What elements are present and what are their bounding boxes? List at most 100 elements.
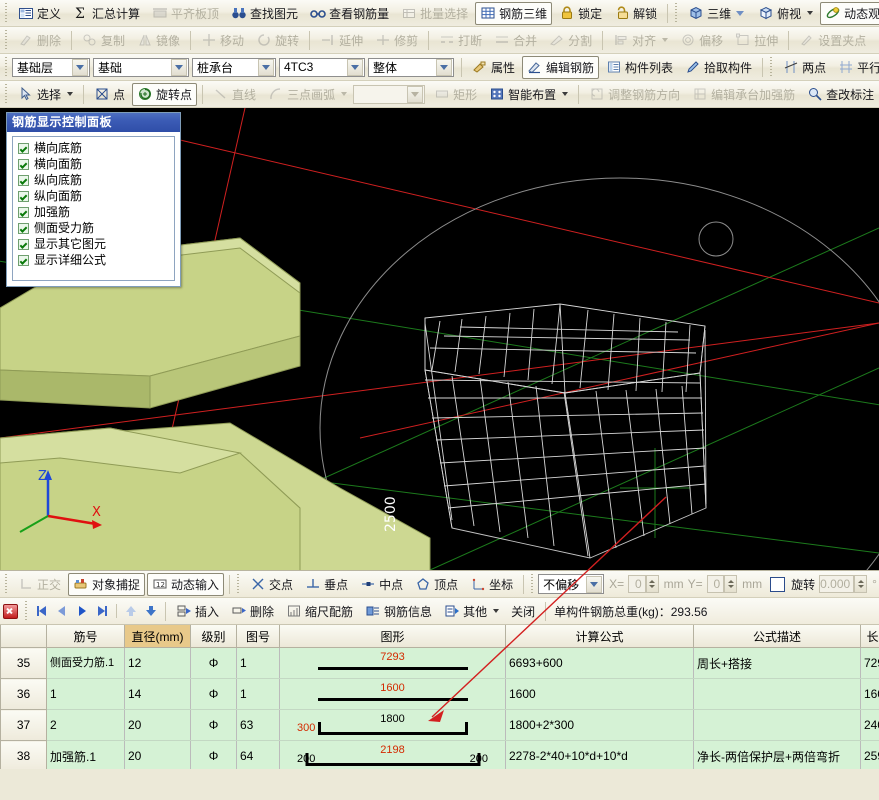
combo-category[interactable]: 基础: [93, 57, 189, 77]
rotate-spinner[interactable]: [854, 575, 868, 593]
chevron-down-icon[interactable]: [662, 38, 669, 42]
combo-offset-mode[interactable]: 不偏移: [538, 574, 605, 594]
cell-figure[interactable]: 7293: [279, 647, 506, 679]
toolbar-button-find-element[interactable]: 查找图元: [226, 2, 303, 25]
cell-figure-no[interactable]: 64: [236, 740, 280, 769]
col-header-description[interactable]: 公式描述: [693, 625, 861, 648]
toolbar-button-summary-calc[interactable]: Σ 汇总计算: [68, 2, 145, 25]
next-record-icon[interactable]: [72, 602, 92, 620]
toolbar-button-edit-rebar[interactable]: 编辑钢筋: [522, 55, 600, 79]
chevron-down-icon[interactable]: [258, 58, 274, 76]
combo-display-mode[interactable]: 整体: [368, 57, 454, 77]
cell-formula[interactable]: 1600: [505, 678, 694, 710]
toolbar-button-offset[interactable]: 偏移: [675, 29, 728, 52]
cell-grade[interactable]: Φ: [190, 709, 237, 741]
toolbar-button-point[interactable]: 点: [89, 83, 130, 106]
toolbar-button-top-view[interactable]: 俯视: [753, 2, 818, 25]
toolbar-button-line[interactable]: 直线: [208, 83, 261, 106]
chevron-down-icon[interactable]: [347, 58, 363, 76]
toolbar-grip[interactable]: [235, 574, 242, 594]
checkbox-icon[interactable]: [18, 254, 29, 266]
toolbar-button-mirror[interactable]: 镜像: [132, 29, 185, 52]
col-header-formula[interactable]: 计算公式: [505, 625, 694, 648]
cell-diameter[interactable]: 14: [124, 678, 191, 710]
toolbar-button-align[interactable]: 对齐: [608, 29, 673, 52]
x-spinner[interactable]: [645, 575, 659, 593]
snap-button-intersection[interactable]: 交点: [245, 573, 298, 596]
cell-figure-no[interactable]: 1: [236, 647, 280, 679]
toolbar-grip[interactable]: [3, 574, 9, 594]
toolbar-button-batch-select[interactable]: 批量选择: [396, 2, 473, 25]
checkbox-row[interactable]: 侧面受力筋: [18, 220, 174, 236]
last-record-icon[interactable]: [92, 602, 112, 620]
cell-diameter[interactable]: 12: [124, 647, 191, 679]
3d-viewport[interactable]: 2500 3600 Z X 钢筋显示控制面板 横向底筋: [0, 108, 879, 570]
chevron-down-icon[interactable]: [493, 609, 500, 613]
chevron-down-icon[interactable]: [562, 92, 569, 96]
col-header-figure-no[interactable]: 图号: [236, 625, 280, 648]
cell-rebar-no[interactable]: 1: [46, 678, 125, 710]
cell-rebar-no[interactable]: 侧面受力筋.1: [46, 647, 125, 679]
toolbar-button-split[interactable]: 分割: [544, 29, 597, 52]
toolbar-grip[interactable]: [3, 3, 9, 23]
toolbar-button-rebar-3d[interactable]: 钢筋三维: [475, 1, 553, 25]
checkbox-icon[interactable]: [18, 142, 29, 154]
checkbox-icon[interactable]: [18, 238, 29, 250]
cell-description[interactable]: [693, 678, 861, 710]
first-record-icon[interactable]: [32, 602, 52, 620]
toolbar-button-check-dimension[interactable]: 查改标注: [802, 83, 879, 106]
grid-button-other[interactable]: 其他: [439, 600, 504, 623]
cell-formula[interactable]: 6693+600: [505, 647, 694, 679]
toolbar-button-pick-component[interactable]: 拾取构件: [680, 56, 757, 79]
table-row[interactable]: 35 侧面受力筋.1 12 Φ 1 7293 6693+600 周长+搭接 72…: [0, 647, 879, 679]
move-up-icon[interactable]: [121, 602, 141, 620]
chevron-down-icon[interactable]: [171, 58, 187, 76]
y-spinner[interactable]: [724, 575, 738, 593]
toolbar-button-delete[interactable]: 删除: [13, 29, 66, 52]
toolbar-button-rotate-point[interactable]: 旋转点: [132, 82, 198, 106]
toolbar-button-lock[interactable]: 锁定: [554, 2, 607, 25]
grid-button-close[interactable]: 关闭: [506, 600, 540, 623]
toolbar-grip[interactable]: [529, 574, 536, 594]
close-icon[interactable]: [3, 603, 18, 619]
chevron-down-icon[interactable]: [341, 92, 348, 96]
toolbar-grip-3[interactable]: [768, 57, 775, 77]
toolbar-button-copy[interactable]: 复制: [77, 29, 130, 52]
cell-figure[interactable]: 2198 200 200: [279, 740, 506, 769]
toolbar-grip[interactable]: [3, 84, 9, 104]
toolbar-button-define[interactable]: 定义: [13, 2, 66, 25]
checkbox-icon[interactable]: [18, 206, 29, 218]
cell-formula[interactable]: 1800+2*300: [505, 709, 694, 741]
checkbox-icon[interactable]: [18, 190, 29, 202]
checkbox-row[interactable]: 显示其它图元: [18, 236, 174, 252]
snap-button-coordinate[interactable]: 坐标: [465, 573, 518, 596]
snap-button-object-snap[interactable]: 对象捕捉: [68, 572, 146, 596]
toolbar-button-parallel[interactable]: 平行: [833, 56, 879, 79]
grid-button-insert[interactable]: 插入: [171, 600, 224, 623]
toolbar-button-rotate[interactable]: 旋转: [251, 29, 304, 52]
table-row[interactable]: 37 2 20 Φ 63 1800 300 1800+2*300 2400: [0, 709, 879, 741]
x-input[interactable]: 0: [628, 575, 646, 593]
cell-diameter[interactable]: 20: [124, 740, 191, 769]
col-header-diameter[interactable]: 直径(mm): [124, 625, 191, 648]
chevron-down-icon[interactable]: [586, 575, 603, 593]
toolbar-button-break[interactable]: 打断: [434, 29, 487, 52]
combo-layer[interactable]: 基础层: [12, 57, 90, 77]
toolbar-grip[interactable]: [3, 57, 9, 77]
chevron-down-icon[interactable]: [67, 92, 74, 96]
toolbar-button-two-point[interactable]: 两点: [778, 56, 831, 79]
toolbar-button-three-point-arc[interactable]: 三点画弧: [263, 83, 352, 106]
toolbar-button-stretch[interactable]: 拉伸: [730, 29, 783, 52]
checkbox-row[interactable]: 横向底筋: [18, 140, 174, 156]
cell-grade[interactable]: Φ: [190, 678, 237, 710]
col-header-figure[interactable]: 图形: [279, 625, 506, 648]
checkbox-row[interactable]: 加强筋: [18, 204, 174, 220]
toolbar-button-move[interactable]: 移动: [196, 29, 249, 52]
toolbar-button-component-list[interactable]: 构件列表: [601, 56, 678, 79]
col-header-length[interactable]: 长度(mm): [860, 625, 879, 648]
grid-button-scale-rebar[interactable]: 缩尺配筋: [281, 600, 358, 623]
col-header-index[interactable]: [0, 625, 47, 648]
cell-diameter[interactable]: 20: [124, 709, 191, 741]
col-header-grade[interactable]: 级别: [190, 625, 237, 648]
rotate-checkbox[interactable]: [770, 576, 786, 592]
